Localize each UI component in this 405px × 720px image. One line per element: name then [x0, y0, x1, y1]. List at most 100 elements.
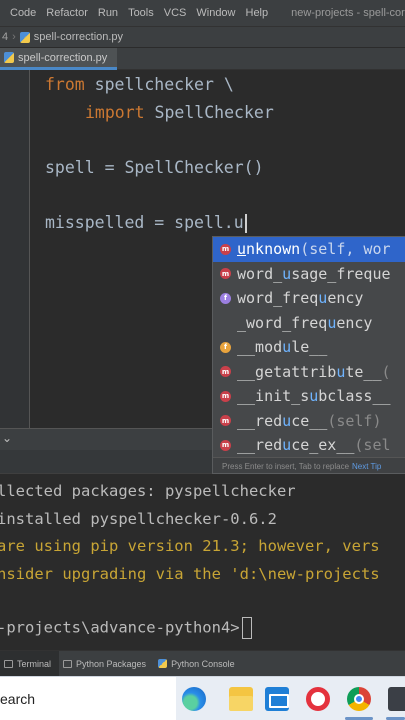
item-match: u — [336, 362, 346, 381]
completion-item[interactable]: m __init_s u bclass__ — [213, 384, 405, 409]
code-text: spellchecker \ — [84, 75, 234, 94]
code-text: SpellChecker — [144, 103, 274, 122]
keyword: from — [45, 75, 85, 94]
code-line-3: spell = SpellChecker() — [45, 158, 264, 177]
breadcrumb-file[interactable]: spell-correction.py — [34, 31, 123, 43]
terminal-line: llected packages: pyspellchecker — [0, 482, 296, 500]
pycharm-icon[interactable] — [388, 687, 405, 711]
item-text: sage_freque — [291, 264, 391, 283]
completion-hint: Press Enter to insert, Tab to replace Ne… — [213, 457, 405, 473]
taskbar-search[interactable]: earch — [0, 677, 176, 720]
tool-label: Terminal — [17, 658, 52, 669]
terminal-icon — [4, 659, 13, 668]
item-text: __getattrib — [237, 362, 337, 381]
completion-item[interactable]: m __red u ce_ex__ (sel — [213, 433, 405, 458]
item-signature: ( — [381, 362, 391, 381]
item-text: __red — [237, 436, 283, 455]
item-text: ce_ex__ — [291, 436, 355, 455]
completion-popup[interactable]: m u nknown (self, wor m word_ u sage_freque … — [212, 236, 405, 474]
method-icon: m — [220, 390, 231, 402]
tab-spell-correction[interactable]: spell-correction.py — [0, 48, 118, 70]
menu-run[interactable]: Run — [93, 7, 123, 19]
item-match: u — [237, 240, 247, 259]
completion-item[interactable]: m u nknown (self, wor — [213, 237, 405, 262]
window-title: new-projects - spell-correction — [291, 7, 405, 19]
python-packages-tool-button[interactable]: Python Packages — [59, 651, 154, 677]
text-caret — [244, 214, 247, 233]
terminal-warning-line: nsider upgrading via the 'd:\new-project… — [0, 565, 380, 583]
editor-tabs: spell-correction.py — [0, 48, 405, 70]
item-text: __mod — [237, 338, 283, 357]
mail-icon[interactable] — [265, 687, 289, 711]
method-icon: m — [220, 415, 231, 427]
completion-item[interactable]: m __red u ce__ (self) — [213, 409, 405, 434]
chrome-icon[interactable] — [347, 687, 371, 711]
next-tip-link[interactable]: Next Tip — [352, 462, 381, 471]
breadcrumb: 4 › spell-correction.py — [0, 26, 405, 48]
terminal-tool-button[interactable]: Terminal — [0, 650, 60, 677]
edge-icon[interactable] — [182, 687, 206, 711]
chevron-down-icon[interactable]: ⌄ — [2, 431, 12, 445]
packages-icon — [63, 659, 73, 668]
item-text: bclass__ — [318, 387, 391, 406]
completion-item[interactable]: m __getattrib u te__( — [213, 360, 405, 385]
completion-item[interactable]: m word_ u sage_freque — [213, 262, 405, 287]
tool-window-bar: Terminal Python Packages Python Console — [0, 650, 405, 677]
file-explorer-icon[interactable] — [229, 687, 253, 711]
keyword: import — [85, 103, 145, 122]
hint-text: Press Enter to insert, Tab to replace — [222, 462, 350, 471]
completion-item[interactable]: _word_freq u ency — [213, 311, 405, 336]
completion-item[interactable]: f __mod u le__ — [213, 335, 405, 360]
item-text: nknown — [246, 240, 301, 259]
tab-label: spell-correction.py — [18, 51, 108, 64]
breadcrumb-separator: › — [12, 31, 16, 43]
method-icon: m — [220, 268, 231, 280]
method-icon: m — [220, 366, 231, 378]
menu-bar: Code Refactor Run Tools VCS Window Help … — [0, 0, 405, 26]
python-console-icon — [158, 659, 168, 668]
item-match: u — [282, 264, 292, 283]
item-match: u — [309, 387, 319, 406]
item-match: u — [282, 338, 292, 357]
terminal-warning-line: are using pip version 21.3; however, ver… — [0, 537, 380, 555]
opera-icon[interactable] — [306, 687, 330, 711]
windows-taskbar: earch — [0, 676, 405, 720]
code-line-4: misspelled = spell.u — [45, 213, 247, 233]
item-text: te__ — [345, 362, 382, 381]
item-signature: (sel — [354, 436, 391, 455]
function-icon: f — [220, 292, 231, 304]
terminal-output[interactable]: llected packages: pyspellchecker install… — [0, 474, 405, 650]
terminal-cursor — [241, 617, 252, 639]
variable-icon: f — [220, 341, 231, 353]
item-signature: (self, wor — [300, 240, 391, 259]
line-gutter — [0, 70, 30, 428]
item-match: u — [282, 436, 292, 455]
item-match: u — [327, 313, 337, 332]
item-text: ce__ — [291, 411, 328, 430]
item-match: u — [282, 411, 292, 430]
method-icon: m — [220, 243, 231, 255]
menu-vcs[interactable]: VCS — [159, 7, 192, 19]
menu-help[interactable]: Help — [241, 7, 274, 19]
blank-icon — [220, 317, 231, 328]
prompt-text: -projects\advance-python4> — [0, 618, 240, 637]
menu-window[interactable]: Window — [191, 7, 240, 19]
menu-refactor[interactable]: Refactor — [41, 7, 93, 19]
tool-label: Python Packages — [76, 658, 147, 669]
menu-code[interactable]: Code — [0, 7, 41, 19]
item-text: _word_freq — [237, 313, 328, 332]
item-text: word_ — [237, 264, 283, 283]
terminal-prompt: -projects\advance-python4> — [0, 617, 252, 639]
python-file-icon — [19, 31, 30, 43]
terminal-line: installed pyspellchecker-0.6.2 — [0, 510, 277, 528]
item-text: word_freq — [237, 289, 319, 308]
item-text: ency — [327, 289, 364, 308]
menu-tools[interactable]: Tools — [123, 7, 159, 19]
item-text: __init_s — [237, 387, 310, 406]
breadcrumb-project[interactable]: 4 — [0, 31, 8, 43]
python-console-tool-button[interactable]: Python Console — [154, 651, 243, 677]
tool-label: Python Console — [171, 658, 235, 669]
item-match: u — [318, 289, 328, 308]
code-line-1: from spellchecker \ — [45, 75, 234, 94]
completion-item[interactable]: f word_freq u ency — [213, 286, 405, 311]
